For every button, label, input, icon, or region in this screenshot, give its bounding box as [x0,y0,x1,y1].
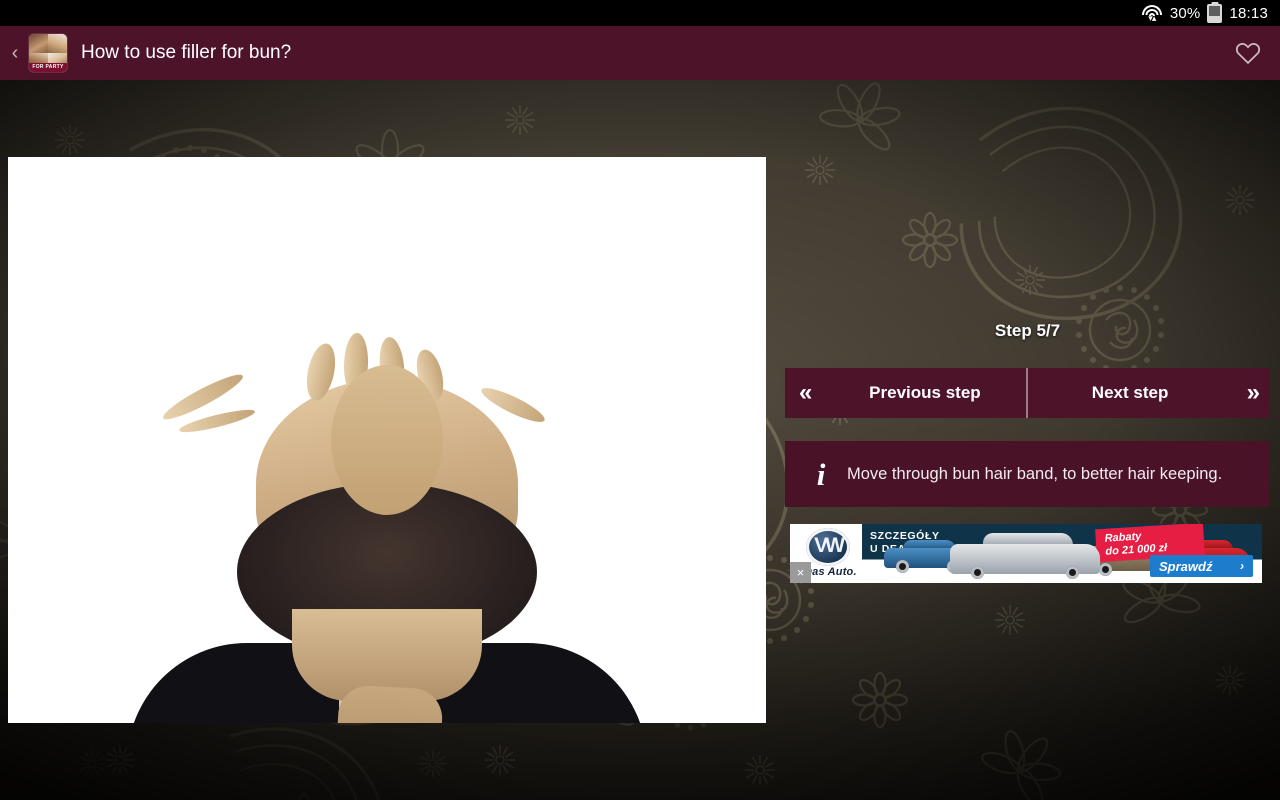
step-info-bar: i Move through bun hair band, to better … [785,441,1270,507]
heart-icon[interactable] [1234,39,1262,67]
ad-car-silver [950,532,1100,579]
app-icon: FOR PARTY [29,34,67,72]
back-chevron-icon[interactable]: ‹ [4,43,26,63]
chevron-right-icon: › [1240,559,1244,573]
previous-step-label: Previous step [869,383,981,402]
chevron-left-icon: « [799,379,812,406]
step-photo [8,157,766,723]
action-bar: ‹ FOR PARTY How to use filler for bun? [0,26,1280,80]
battery-percent-label: 30% [1169,4,1201,22]
wifi-icon: ▾▴ [1141,4,1163,23]
next-step-label: Next step [1091,383,1169,402]
nav-divider [1026,368,1028,418]
ad-artwork: SZCZEGÓŁY U DEALERÓW Rabaty do 21 000 zł… [862,524,1262,583]
next-step-button[interactable]: Next step » [1028,368,1271,418]
step-info-text: Move through bun hair band, to better ha… [847,464,1223,483]
battery-icon [1207,3,1223,23]
step-counter-label: Step 5/7 [994,321,1061,340]
ad-tagline: Das Auto. [804,566,857,578]
step-photo-panel[interactable] [8,157,766,723]
status-bar: ▾▴ 30% 18:13 [0,0,1280,26]
ad-banner[interactable]: SZCZEGÓŁY U DEALERÓW Rabaty do 21 000 zł… [790,524,1262,583]
ad-close-button[interactable]: × [790,562,811,583]
volkswagen-logo-icon: VW [806,528,850,566]
info-icon: i [816,456,826,492]
previous-step-button[interactable]: « Previous step [785,368,1028,418]
app-icon-caption: FOR PARTY [29,63,67,72]
page-title: How to use filler for bun? [81,42,292,63]
ad-cta-button[interactable]: Sprawdź › [1150,555,1253,577]
chevron-right-icon: » [1246,379,1260,406]
ad-cta-label: Sprawdź [1159,558,1213,574]
clock-label: 18:13 [1229,4,1268,22]
